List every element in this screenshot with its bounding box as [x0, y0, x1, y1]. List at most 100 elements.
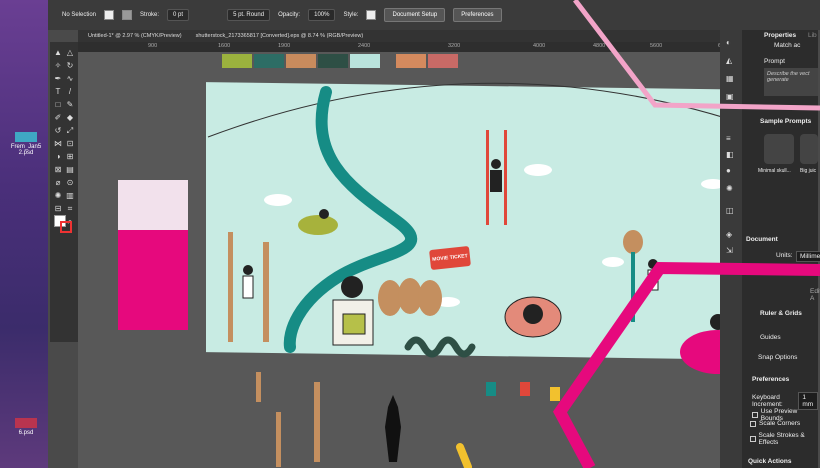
lasso-tool-icon[interactable]: ↻ — [65, 61, 75, 70]
shape-builder-tool-icon[interactable]: ◑ — [53, 152, 63, 161]
fill-stroke-indicator[interactable] — [54, 215, 72, 233]
export-icon[interactable]: ⇲ — [726, 246, 736, 255]
artboard-tool-icon[interactable]: ⊟ — [53, 204, 63, 213]
snap-options-label[interactable]: Snap Options — [758, 354, 797, 361]
desktop-file[interactable]: 6.psd — [6, 418, 46, 436]
cloud-shape — [602, 257, 624, 267]
ruler-tick: 4800 — [593, 43, 606, 49]
checkbox-box[interactable] — [750, 420, 756, 427]
edit-artboards-button[interactable]: Edit A — [810, 288, 820, 302]
layers-panel-icon[interactable]: ◈ — [726, 230, 736, 239]
style-swatch[interactable] — [366, 10, 377, 20]
graph-tool-icon[interactable]: ▥ — [65, 191, 75, 200]
units-select[interactable]: Millime — [796, 251, 820, 262]
transform-icon[interactable]: ⊡ — [726, 262, 736, 271]
squiggle-shape — [404, 336, 476, 358]
scale-tool-icon[interactable]: ⤢ — [65, 126, 75, 135]
symbols-icon[interactable]: ◫ — [726, 206, 736, 215]
quick-actions-heading: Quick Actions — [748, 458, 792, 465]
prompt-label: Prompt — [764, 58, 785, 65]
tab-properties[interactable]: Properties — [764, 32, 796, 39]
knife-shape — [276, 412, 281, 467]
slice-tool-icon[interactable]: ⌗ — [65, 204, 75, 213]
eraser-tool-icon[interactable]: ◆ — [65, 113, 75, 122]
bag-shape — [486, 382, 496, 396]
pathfinder-icon[interactable]: ◧ — [726, 150, 736, 159]
artwork-layer — [207, 82, 768, 468]
yellow-shape — [456, 443, 472, 468]
tab-untitled[interactable]: Untitled-1* @ 2.97 % (CMYK/Preview) — [88, 33, 182, 39]
swatches-icon[interactable]: ✺ — [726, 184, 736, 193]
desktop-file[interactable]: Frem_Jan5 2.psd — [6, 132, 46, 156]
illustrator-window: No Selection Stroke: 0 pt 5 pt. Round Op… — [48, 0, 820, 468]
type-tool-icon[interactable]: T — [53, 87, 63, 96]
spoon-shape — [623, 230, 643, 254]
knife-shape — [256, 372, 261, 402]
scale-strokes-checkbox[interactable]: Scale Strokes & Effects — [750, 432, 818, 446]
horizontal-ruler[interactable]: 900 1600 1900 2400 3200 4000 4800 5600 6… — [78, 42, 768, 52]
color-icon[interactable]: ● — [726, 166, 736, 175]
opacity-input[interactable]: 100% — [308, 9, 336, 21]
curvature-tool-icon[interactable]: ∿ — [65, 74, 75, 83]
bowl-shape — [298, 215, 338, 235]
gradient-tool-icon[interactable]: ▤ — [65, 165, 75, 174]
file-icon — [15, 418, 37, 428]
selection-status: No Selection — [62, 12, 97, 18]
ladder-rail — [486, 130, 489, 225]
blend-tool-icon[interactable]: ⊙ — [65, 178, 75, 187]
sample-prompts-heading: Sample Prompts — [760, 118, 812, 125]
silhouette-figure — [385, 395, 401, 462]
checkbox-box[interactable] — [750, 436, 756, 442]
ruler-tick: 2400 — [358, 43, 371, 49]
fill-swatch[interactable] — [104, 10, 115, 20]
desktop-file-label: 6.psd — [18, 430, 34, 436]
desktop-file-label: Frem_Jan5 2.psd — [10, 144, 42, 156]
libraries-icon[interactable]: ▦ — [726, 74, 736, 83]
line-tool-icon[interactable]: / — [65, 87, 75, 96]
checkbox-label: Scale Corners — [759, 420, 801, 427]
scale-corners-checkbox[interactable]: Scale Corners — [750, 420, 800, 427]
direct-selection-tool-icon[interactable]: △ — [65, 48, 75, 57]
sample-thumbnail[interactable] — [764, 134, 794, 164]
selection-tool-icon[interactable]: ▲ — [53, 48, 63, 57]
width-tool-icon[interactable]: ⋈ — [53, 139, 63, 148]
stroke-weight-input[interactable]: 0 pt — [167, 9, 190, 21]
movie-ticket-shape[interactable]: MOVIE TICKET — [429, 245, 471, 271]
opacity-label: Opacity: — [278, 12, 301, 18]
magic-wand-tool-icon[interactable]: ✧ — [53, 61, 63, 70]
stroke-swatch[interactable] — [122, 10, 133, 20]
person-hair — [341, 276, 363, 298]
rotate-tool-icon[interactable]: ↺ — [53, 126, 63, 135]
artboards-icon[interactable]: ◭ — [726, 56, 736, 65]
checkbox-box[interactable] — [752, 412, 758, 418]
mesh-tool-icon[interactable]: ⊠ — [53, 165, 63, 174]
perspective-tool-icon[interactable]: ⊞ — [65, 152, 75, 161]
document-setup-button[interactable]: Document Setup — [384, 8, 446, 22]
shaper-tool-icon[interactable]: ✐ — [53, 113, 63, 122]
align-icon[interactable]: ≡ — [726, 134, 736, 143]
person-head — [319, 209, 329, 219]
layers-icon[interactable]: ◐ — [726, 38, 736, 47]
tab-libraries[interactable]: Lib — [808, 32, 817, 39]
assets-icon[interactable]: ▣ — [726, 92, 736, 101]
checkbox-label: Scale Strokes & Effects — [758, 432, 805, 446]
ruler-grids-heading[interactable]: Ruler & Grids — [760, 310, 802, 317]
paintbrush-tool-icon[interactable]: ✎ — [65, 100, 75, 109]
symbol-sprayer-tool-icon[interactable]: ✺ — [53, 191, 63, 200]
rectangle-tool-icon[interactable]: □ — [53, 100, 63, 109]
canvas-workspace[interactable]: MOVIE TICKET — [78, 52, 768, 468]
arc-guide-line — [207, 82, 768, 138]
sample-thumbnail[interactable] — [800, 134, 818, 164]
brush-select[interactable]: 5 pt. Round — [227, 9, 271, 21]
pen-tool-icon[interactable]: ✒ — [53, 74, 63, 83]
sample-caption: Big juic — [800, 168, 817, 174]
tab-shutterstock[interactable]: shutterstock_2173365817 [Converted].eps … — [196, 33, 364, 39]
free-transform-tool-icon[interactable]: ⊡ — [65, 139, 75, 148]
eyedropper-tool-icon[interactable]: ⌀ — [53, 178, 63, 187]
prompt-input[interactable]: Describe the vect generate — [764, 68, 818, 96]
stroke-color-box[interactable] — [60, 221, 72, 233]
control-bar: No Selection Stroke: 0 pt 5 pt. Round Op… — [48, 0, 820, 30]
guides-label[interactable]: Guides — [760, 334, 781, 341]
match-checkbox-label[interactable]: Match ac — [774, 42, 800, 49]
preferences-button[interactable]: Preferences — [453, 8, 502, 22]
